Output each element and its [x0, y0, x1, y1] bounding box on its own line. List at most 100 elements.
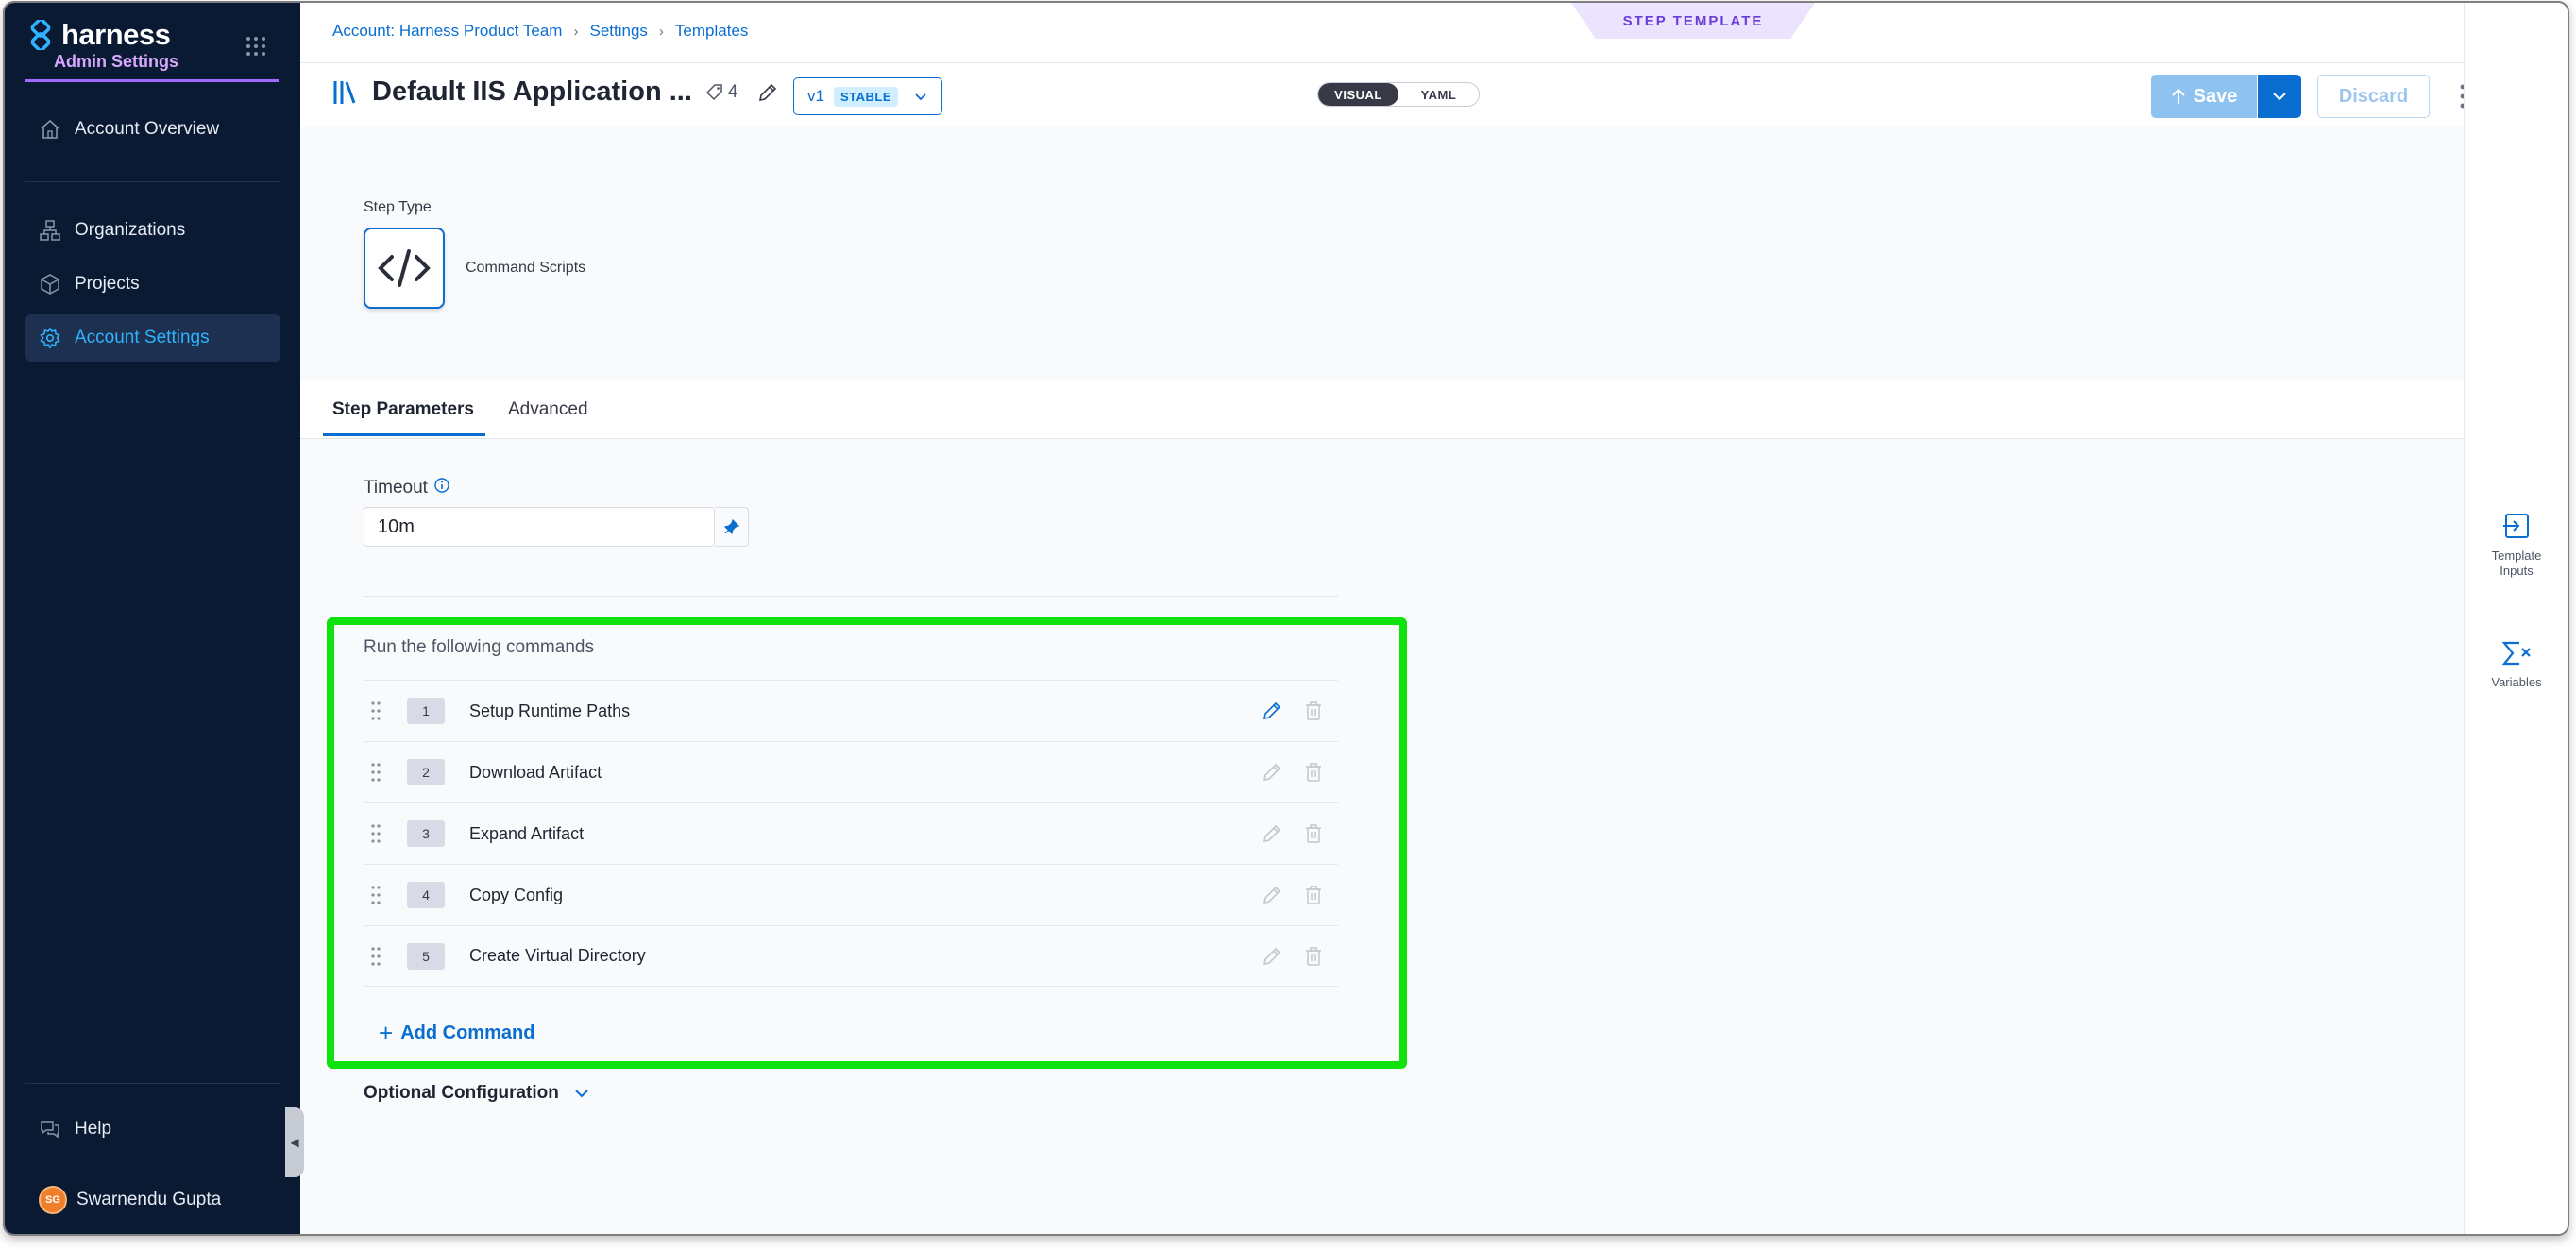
breadcrumb-bar: Account: Harness Product Team › Settings…: [300, 3, 2464, 63]
title-wrap: Default IIS Application ... 4: [332, 76, 779, 108]
yaml-toggle-option[interactable]: YAML: [1398, 83, 1479, 106]
section-divider: [364, 596, 1338, 597]
chevron-down-icon: [2273, 93, 2286, 101]
tag-icon: [705, 83, 722, 100]
command-number: 4: [407, 882, 445, 908]
breadcrumb: Account: Harness Product Team › Settings…: [332, 22, 748, 41]
trash-icon[interactable]: [1302, 945, 1325, 968]
nav-divider: [25, 1083, 280, 1084]
trash-icon[interactable]: [1302, 761, 1325, 784]
visual-yaml-toggle[interactable]: VISUAL YAML: [1317, 82, 1480, 107]
step-template-badge: STEP TEMPLATE: [1571, 3, 1815, 39]
edit-pencil-icon[interactable]: [1261, 945, 1283, 968]
template-inputs-icon: [2503, 514, 2529, 538]
command-row[interactable]: 4 Copy Config: [364, 864, 1338, 925]
edit-pencil-icon[interactable]: [1261, 822, 1283, 845]
step-type-card[interactable]: [364, 228, 445, 309]
chevron-down-icon: [915, 93, 926, 101]
sidebar-item-organizations[interactable]: Organizations: [25, 207, 280, 254]
avatar: SG: [39, 1186, 67, 1214]
add-command-label: Add Command: [400, 1022, 535, 1043]
sidebar-item-projects[interactable]: Projects: [25, 261, 280, 308]
command-row[interactable]: 1 Setup Runtime Paths: [364, 680, 1338, 741]
admin-settings-label: Admin Settings: [54, 52, 179, 71]
edit-pencil-icon[interactable]: [1261, 761, 1283, 784]
add-command-button[interactable]: + Add Command: [379, 1019, 534, 1048]
gear-icon: [40, 327, 60, 349]
template-header: Default IIS Application ... 4 v1 STABLE …: [300, 63, 2466, 127]
user-profile[interactable]: SG Swarnendu Gupta: [25, 1176, 280, 1224]
app-window: harness Admin Settings Account Overview: [3, 1, 2569, 1236]
save-button[interactable]: Save: [2151, 75, 2257, 118]
command-number: 5: [407, 942, 445, 970]
save-label: Save: [2193, 85, 2238, 107]
step-type-name: Command Scripts: [466, 260, 586, 276]
command-row[interactable]: 2 Download Artifact: [364, 741, 1338, 802]
tags-button[interactable]: 4: [705, 82, 737, 103]
trash-icon[interactable]: [1302, 700, 1325, 722]
command-name: Expand Artifact: [469, 823, 585, 843]
runtime-input-pin-button[interactable]: [715, 507, 749, 547]
code-icon: [378, 249, 431, 287]
edit-pencil-icon[interactable]: [1261, 884, 1283, 906]
step-type-label: Step Type: [364, 199, 432, 215]
sidebar-item-account-overview[interactable]: Account Overview: [25, 106, 280, 153]
plus-icon: +: [379, 1019, 394, 1047]
breadcrumb-account[interactable]: Account: Harness Product Team: [332, 22, 562, 41]
tab-step-parameters[interactable]: Step Parameters: [332, 399, 474, 420]
sidebar-item-account-settings[interactable]: Account Settings: [25, 314, 280, 362]
visual-toggle-option[interactable]: VISUAL: [1318, 83, 1398, 106]
trash-icon[interactable]: [1302, 884, 1325, 906]
sidebar-item-help[interactable]: Help: [25, 1106, 280, 1153]
command-number: 2: [407, 759, 445, 785]
drag-handle-icon[interactable]: [369, 762, 382, 783]
app-grid-icon[interactable]: [245, 35, 267, 58]
harness-logo[interactable]: harness: [25, 18, 171, 52]
sidebar-item-label: Organizations: [75, 220, 186, 240]
breadcrumb-templates[interactable]: Templates: [675, 22, 748, 41]
chevron-right-icon: ›: [658, 23, 664, 40]
timeout-input[interactable]: [364, 507, 715, 547]
optional-configuration-toggle[interactable]: Optional Configuration: [364, 1083, 591, 1104]
chevron-down-icon: [575, 1090, 588, 1098]
harness-logo-icon: [30, 20, 51, 50]
variables-label: Variables: [2491, 675, 2542, 689]
tab-active-indicator: [323, 433, 485, 436]
breadcrumb-settings[interactable]: Settings: [589, 22, 647, 41]
tabs-bar: Step Parameters Advanced: [300, 380, 2464, 439]
template-inputs-button[interactable]: Template Inputs: [2465, 511, 2568, 579]
page-title: Default IIS Application ...: [372, 76, 692, 107]
sidebar: harness Admin Settings Account Overview: [5, 3, 300, 1234]
stable-badge: STABLE: [833, 86, 899, 107]
save-options-dropdown[interactable]: [2258, 75, 2301, 118]
sidebar-collapse-handle[interactable]: ◀: [285, 1107, 304, 1177]
optional-configuration-label: Optional Configuration: [364, 1083, 559, 1103]
arrow-up-icon: [2171, 88, 2185, 104]
command-row[interactable]: 5 Create Virtual Directory: [364, 925, 1338, 987]
version-select[interactable]: v1 STABLE: [793, 77, 942, 115]
nav-divider: [25, 181, 280, 182]
variables-button[interactable]: Variables: [2465, 639, 2568, 690]
drag-handle-icon[interactable]: [369, 701, 382, 721]
logo-text: harness: [61, 18, 171, 51]
admin-underline: [25, 79, 279, 82]
sidebar-item-label: Account Settings: [75, 328, 210, 347]
command-number: 3: [407, 820, 445, 847]
timeout-label-text: Timeout: [364, 478, 428, 498]
info-icon[interactable]: [433, 477, 450, 494]
drag-handle-icon[interactable]: [369, 823, 382, 844]
drag-handle-icon[interactable]: [369, 946, 382, 967]
edit-pencil-icon[interactable]: [756, 81, 779, 104]
help-chat-icon: [41, 1121, 59, 1139]
tab-advanced[interactable]: Advanced: [508, 399, 588, 420]
trash-icon[interactable]: [1302, 822, 1325, 845]
drag-handle-icon[interactable]: [369, 885, 382, 905]
timeout-label: Timeout: [364, 478, 450, 498]
command-row[interactable]: 3 Expand Artifact: [364, 802, 1338, 864]
discard-button[interactable]: Discard: [2317, 75, 2430, 118]
template-library-icon: [333, 80, 356, 104]
chevron-right-icon: ›: [573, 23, 579, 40]
edit-pencil-icon[interactable]: [1261, 700, 1283, 722]
help-label: Help: [75, 1119, 112, 1139]
commands-title: Run the following commands: [364, 637, 594, 657]
